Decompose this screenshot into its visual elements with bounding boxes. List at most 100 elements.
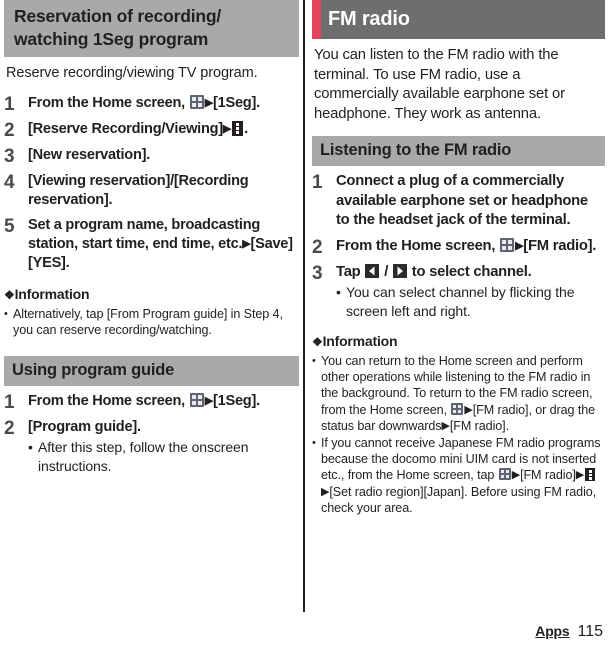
step-text-pre: From the Home screen,	[28, 393, 189, 410]
step-text-post: [FM radio].	[523, 237, 597, 254]
bullet-icon: •	[4, 308, 8, 320]
step-number: 2	[4, 120, 15, 141]
subsection-header-listening: Listening to the FM radio	[312, 136, 605, 166]
information-heading-label: Information	[322, 333, 398, 349]
step-item: 2 From the Home screen, ▶[FM radio].	[312, 231, 605, 257]
apps-grid-icon	[189, 95, 204, 109]
apps-grid-icon	[451, 402, 464, 415]
step-text: From the Home screen, ▶[FM radio].	[336, 237, 605, 257]
step-item: 3 [New reservation].	[4, 140, 299, 166]
arrow-separator-icon: ▶	[222, 123, 232, 135]
information-list: • You can return to the Home screen and …	[312, 351, 605, 516]
intro-paragraph-right: You can listen to the FM radio with the …	[314, 47, 565, 122]
step-number: 5	[4, 216, 15, 237]
information-item-text: You can return to the Home screen and pe…	[321, 353, 605, 434]
bullet-icon: •	[312, 355, 316, 367]
step-number: 3	[4, 146, 15, 167]
page-number: 115	[577, 623, 603, 640]
arrow-separator-icon: ▶	[441, 419, 450, 432]
right-column: FM radio You can listen to the FM radio …	[312, 0, 605, 516]
arrow-separator-icon: ▶	[464, 403, 473, 416]
step-text-pre: From the Home screen,	[336, 237, 500, 254]
information-heading: ❖Information	[312, 320, 605, 351]
step-number: 4	[4, 172, 15, 193]
overflow-menu-icon	[232, 121, 244, 136]
section-header-reservation: Reservation of recording/ watching 1Seg …	[4, 0, 299, 57]
step-number: 1	[312, 172, 323, 193]
step-item: 2 [Reserve Recording/Viewing]▶.	[4, 114, 299, 140]
step-text: From the Home screen, ▶[1Seg].	[28, 392, 299, 412]
information-item-text: If you cannot receive Japanese FM radio …	[321, 435, 605, 516]
arrow-separator-icon: ▶	[204, 395, 213, 408]
step-number: 2	[4, 418, 15, 440]
step-number: 1	[4, 392, 15, 414]
section-header-fm-radio-label: FM radio	[328, 8, 410, 30]
intro-paragraph-left: Reserve recording/viewing TV program.	[6, 65, 258, 81]
step-number: 2	[312, 236, 323, 258]
manual-page: Reservation of recording/ watching 1Seg …	[0, 0, 609, 645]
arrow-separator-icon: ▶	[575, 469, 585, 482]
bullet-icon: •	[28, 439, 33, 456]
step-text-post: .	[244, 121, 248, 137]
step-text: [Viewing reservation]/[Recording reserva…	[28, 173, 249, 208]
step-item: 1 From the Home screen, ▶[1Seg].	[4, 386, 299, 412]
information-item: • You can return to the Home screen and …	[312, 352, 605, 434]
bullet-icon: •	[312, 437, 316, 450]
step-item: 4 [Viewing reservation]/[Recording reser…	[4, 166, 299, 210]
step-text-pre: [Reserve Recording/Viewing]	[28, 121, 223, 137]
step-item: 5 Set a program name, broadcasting stati…	[4, 210, 299, 273]
information-item: • If you cannot receive Japanese FM radi…	[312, 434, 605, 516]
previous-channel-icon	[365, 263, 380, 278]
step-text-pre: Set a program name, broadcasting station…	[28, 217, 261, 252]
step-text-pre: From the Home screen,	[28, 95, 189, 111]
info-text-part2: [FM radio]	[520, 468, 576, 483]
section-header-fm-radio: FM radio	[312, 0, 605, 39]
footer-section-label: Apps	[535, 623, 570, 639]
step-text: [Reserve Recording/Viewing]▶.	[28, 120, 299, 140]
arrow-separator-icon: ▶	[511, 469, 521, 482]
substep-text: After this step, follow the onscreen ins…	[38, 439, 249, 474]
diamond-icon: ❖	[4, 288, 15, 302]
apps-grid-icon	[189, 393, 204, 408]
information-heading: ❖Information	[4, 273, 299, 304]
step-text: Tap / to select channel. • You can selec…	[336, 263, 605, 321]
information-heading-label: Information	[14, 286, 90, 302]
step-number: 3	[312, 262, 323, 284]
step-text-pre: Tap	[336, 263, 365, 280]
step-item: 1 Connect a plug of a commercially avail…	[312, 166, 605, 231]
substep-text: You can select channel by flicking the s…	[346, 284, 575, 319]
apps-grid-icon	[500, 237, 515, 252]
step-number: 1	[4, 94, 15, 115]
diamond-icon: ❖	[312, 335, 323, 349]
next-channel-icon	[392, 263, 407, 278]
arrow-separator-icon: ▶	[204, 97, 213, 109]
step-text: [New reservation].	[28, 147, 151, 163]
apps-grid-icon	[498, 468, 511, 481]
step-text-post: [1Seg].	[212, 393, 260, 410]
info-text-part3: [FM radio].	[449, 418, 509, 433]
left-column: Reservation of recording/ watching 1Seg …	[4, 0, 299, 475]
info-text-part3: [Set radio region][Japan]. Before using …	[321, 484, 597, 515]
substep-item: • After this step, follow the onscreen i…	[28, 437, 299, 475]
step-item: 1 From the Home screen, ▶[1Seg].	[4, 88, 299, 114]
step-text-post: [1Seg].	[212, 95, 260, 111]
step-text-post: to select channel.	[407, 263, 532, 280]
page-footer: Apps 115	[535, 623, 603, 641]
information-list: • Alternatively, tap [From Program guide…	[4, 304, 299, 338]
step-item: 2 [Program guide]. • After this step, fo…	[4, 412, 299, 475]
step-text-pre: [Program guide].	[28, 419, 141, 436]
substep-item: • You can select channel by flicking the…	[336, 282, 605, 320]
information-item-text: Alternatively, tap [From Program guide] …	[13, 307, 283, 338]
step-text: From the Home screen, ▶[1Seg].	[28, 94, 299, 114]
step-text: Set a program name, broadcasting station…	[28, 216, 299, 273]
step-text: [Program guide]. • After this step, foll…	[28, 418, 299, 475]
step-text-mid: /	[380, 263, 392, 280]
column-divider	[303, 0, 305, 612]
step-item: 3 Tap / to select channel. • You can sel…	[312, 257, 605, 321]
information-item: • Alternatively, tap [From Program guide…	[4, 305, 299, 338]
step-text: Connect a plug of a commercially availab…	[336, 173, 588, 228]
subsection-header-program-guide: Using program guide	[4, 356, 299, 387]
overflow-menu-icon	[585, 468, 596, 482]
accent-bar	[312, 0, 321, 39]
bullet-icon: •	[336, 284, 341, 300]
